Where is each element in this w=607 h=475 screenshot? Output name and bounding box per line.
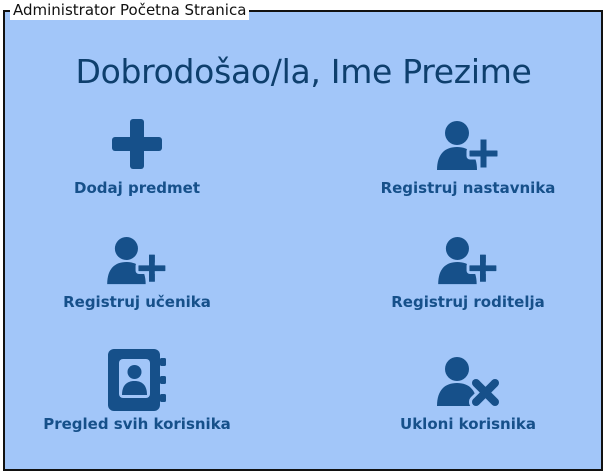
user-plus-icon — [435, 120, 501, 172]
welcome-heading: Dobrodošao/la, Ime Prezime — [75, 52, 532, 91]
register-student-button[interactable]: Registruj učenika — [17, 236, 257, 316]
user-plus-icon — [435, 236, 501, 286]
add-subject-label: Dodaj predmet — [74, 179, 200, 197]
plus-icon — [111, 118, 163, 170]
register-teacher-label: Registruj nastavnika — [380, 179, 556, 197]
remove-user-label: Ukloni korisnika — [400, 415, 536, 433]
register-teacher-button[interactable]: Registruj nastavnika — [348, 120, 588, 202]
address-book-icon — [106, 348, 168, 412]
remove-user-button[interactable]: Ukloni korisnika — [348, 356, 588, 436]
register-parent-button[interactable]: Registruj roditelja — [348, 236, 588, 316]
add-subject-button[interactable]: Dodaj predmet — [17, 118, 257, 202]
view-all-users-label: Pregled svih korisnika — [43, 415, 231, 433]
user-remove-icon — [435, 356, 501, 408]
panel-title: Administrator Početna Stranica — [10, 0, 250, 20]
user-plus-icon — [104, 236, 170, 286]
register-student-label: Registruj učenika — [63, 293, 211, 311]
view-all-users-button[interactable]: Pregled svih korisnika — [17, 348, 257, 436]
register-parent-label: Registruj roditelja — [391, 293, 545, 311]
